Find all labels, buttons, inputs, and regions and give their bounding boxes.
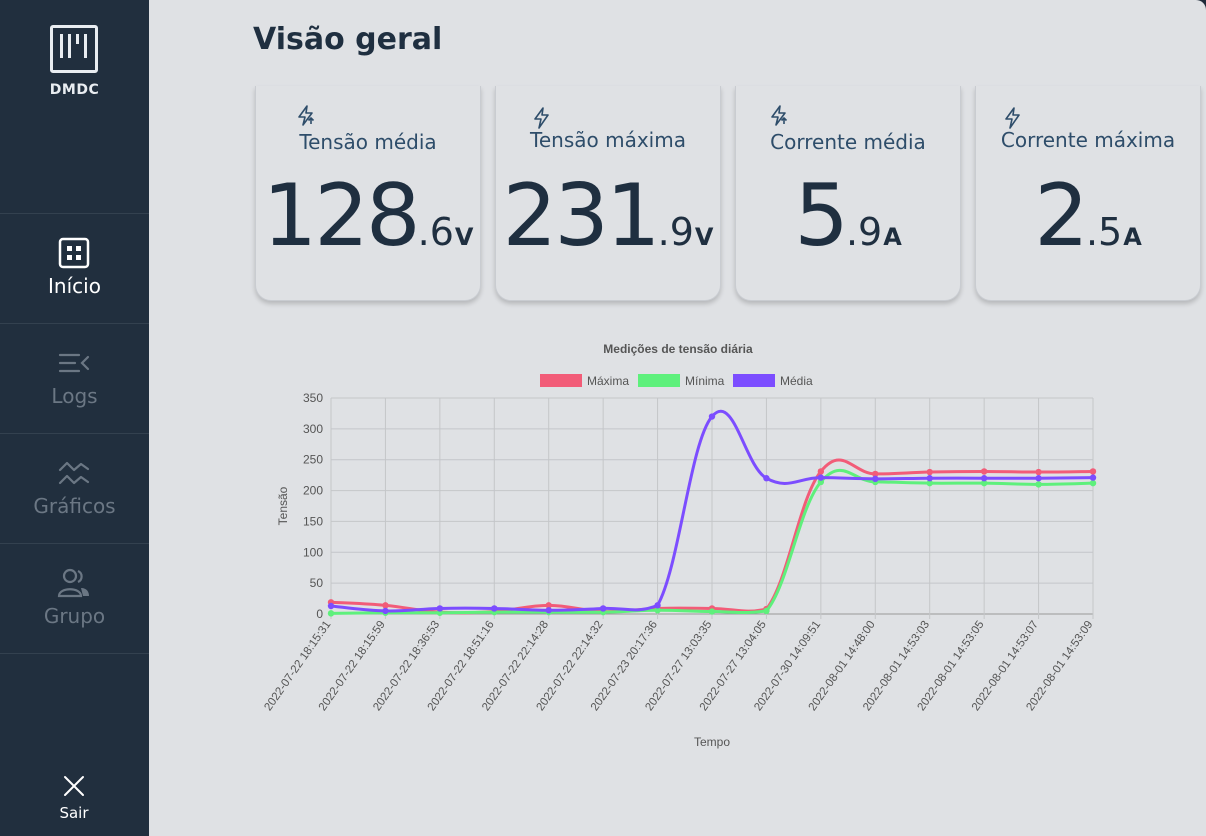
data-point[interactable] (763, 607, 770, 615)
y-axis-label: Tensão (276, 486, 290, 525)
legend-label: Máxima (587, 374, 629, 388)
data-point[interactable] (327, 610, 335, 617)
data-point[interactable] (817, 468, 825, 475)
chart-legend: Máxima Mínima Média (540, 374, 813, 388)
voltage-line-chart: Medições de tensão diária Máxima Mínima Mé… (262, 342, 1097, 749)
grid-icon (58, 237, 90, 269)
sidebar-item-label: Início (48, 274, 101, 298)
sidebar-item-logs[interactable]: Logs (0, 324, 149, 434)
sidebar: DMDC Início Logs Gráficos Grupo Sair (0, 0, 149, 836)
logout-label: Sair (59, 804, 89, 822)
data-point[interactable] (382, 607, 389, 615)
data-point[interactable] (980, 475, 988, 482)
data-point[interactable] (980, 468, 988, 475)
y-tick-label: 300 (303, 422, 323, 436)
chart-title: Medições de tensão diária (603, 342, 753, 356)
data-point[interactable] (872, 475, 879, 483)
legend-item[interactable]: Média (733, 374, 813, 388)
legend-swatch (638, 374, 680, 387)
data-point[interactable] (327, 602, 335, 610)
data-point[interactable] (491, 605, 498, 612)
legend-label: Média (780, 374, 813, 388)
sidebar-item-label: Grupo (43, 604, 106, 628)
sidebar-item-inicio[interactable]: Início (0, 214, 149, 324)
data-point[interactable] (1035, 481, 1042, 488)
legend-item[interactable]: Máxima (540, 374, 629, 388)
y-tick-label: 350 (303, 391, 323, 405)
logo-text: DMDC (49, 82, 100, 98)
data-point[interactable] (654, 602, 661, 609)
data-point[interactable] (926, 475, 933, 482)
data-point[interactable] (599, 605, 607, 612)
close-icon (64, 776, 84, 796)
main-content: Visão geral Tensão média 128.6V Tensão m… (149, 0, 1206, 836)
data-point[interactable] (763, 475, 770, 482)
legend-label: Mínima (685, 374, 725, 388)
line-chart-icon (58, 461, 90, 485)
legend-swatch (733, 374, 775, 387)
logout-button[interactable]: Sair (40, 770, 108, 826)
sidebar-item-grupo[interactable]: Grupo (0, 544, 149, 654)
legend-item[interactable]: Mínima (638, 374, 725, 388)
data-point[interactable] (817, 474, 825, 481)
data-point[interactable] (545, 607, 552, 614)
y-tick-label: 150 (303, 514, 323, 528)
sidebar-item-label: Logs (51, 384, 98, 408)
y-axis-ticks: 0 50 100 150 200 250 300 350 (303, 391, 323, 621)
data-point[interactable] (1035, 475, 1042, 482)
data-point[interactable] (708, 608, 716, 615)
sidebar-item-label: Gráficos (33, 494, 116, 518)
data-point[interactable] (382, 602, 389, 609)
y-tick-label: 50 (310, 576, 324, 590)
y-tick-label: 250 (303, 453, 323, 467)
y-tick-label: 100 (303, 545, 323, 559)
x-axis-ticks: 2022-07-22 18:15:312022-07-22 18:15:5920… (262, 619, 1095, 713)
x-axis-label: Tempo (694, 735, 730, 749)
data-point[interactable] (926, 468, 933, 476)
data-point[interactable] (1035, 468, 1042, 476)
users-icon (57, 568, 89, 598)
data-point[interactable] (436, 605, 444, 612)
data-point[interactable] (1089, 474, 1097, 481)
y-tick-label: 0 (316, 607, 323, 621)
data-point[interactable] (1089, 479, 1097, 487)
y-tick-label: 200 (303, 484, 323, 498)
data-point[interactable] (708, 413, 716, 420)
legend-swatch (540, 374, 582, 387)
sidebar-item-graficos[interactable]: Gráficos (0, 434, 149, 544)
logo-icon (50, 25, 98, 73)
logo[interactable]: DMDC (0, 0, 149, 214)
chart-grid (330, 397, 1094, 619)
list-collapse-icon (58, 353, 90, 373)
data-point[interactable] (1089, 468, 1097, 475)
